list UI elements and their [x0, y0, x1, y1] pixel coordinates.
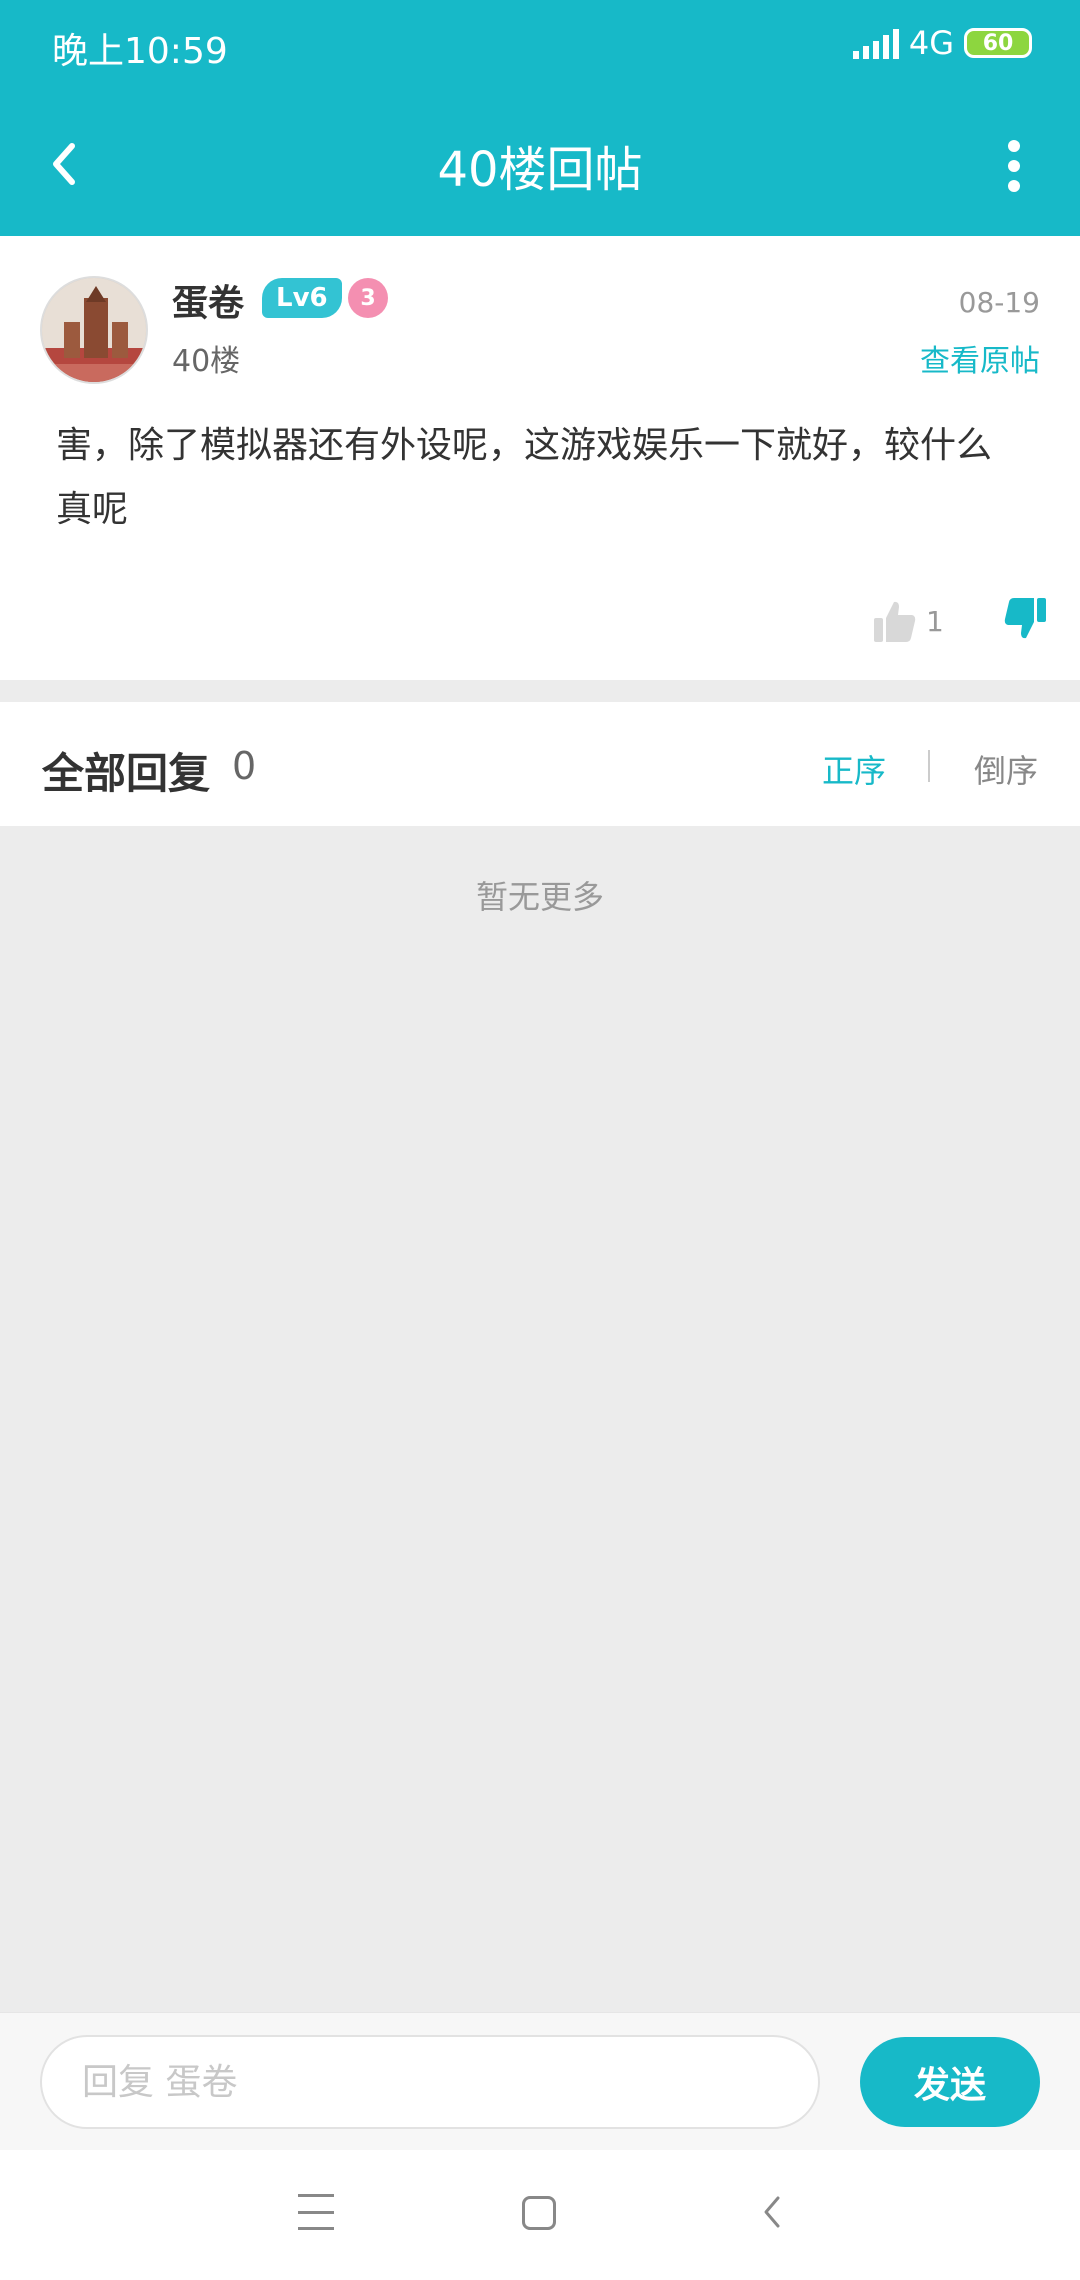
- dislike-button[interactable]: [1002, 596, 1048, 646]
- username[interactable]: 蛋卷: [172, 274, 244, 326]
- medal-icon: 3: [348, 278, 388, 318]
- status-icons: 4G 60: [852, 24, 1032, 62]
- replies-count: 0: [232, 744, 257, 788]
- avatar-image: [42, 278, 146, 382]
- like-count: 1: [926, 604, 944, 638]
- replies-header: 全部回复 0 正序 倒序: [0, 702, 1080, 826]
- status-time: 晚上10:59: [52, 31, 228, 72]
- floor-label: 40楼: [172, 344, 241, 379]
- post-content: 害，除了模拟器还有外设呢，这游戏娱乐一下就好，较什么真呢: [56, 425, 993, 530]
- system-nav-bar: [0, 2150, 1080, 2280]
- replies-title: 全部回复: [42, 749, 211, 798]
- avatar[interactable]: [40, 276, 148, 384]
- more-vertical-icon: [1008, 140, 1020, 152]
- title-bar: 40楼回帖: [0, 92, 1080, 236]
- thumbs-down-icon: [1004, 598, 1046, 639]
- level-badge: Lv6: [262, 278, 342, 318]
- like-button[interactable]: 1: [872, 598, 944, 644]
- sort-divider: [928, 750, 930, 782]
- reply-input[interactable]: [40, 2035, 820, 2129]
- battery-icon: 60: [964, 28, 1032, 58]
- page-title: 40楼回帖: [437, 142, 643, 198]
- network-type: 4G: [908, 24, 954, 62]
- signal-icon: [852, 27, 899, 59]
- view-original-link[interactable]: 查看原帖: [920, 336, 1040, 380]
- more-button[interactable]: [984, 130, 1044, 202]
- home-icon[interactable]: [522, 2196, 556, 2230]
- post-card: 蛋卷 Lv6 3 40楼 08-19 查看原帖 害，除了模拟器还有外设呢，这游戏…: [0, 236, 1080, 680]
- nav-back-icon[interactable]: [752, 2190, 792, 2234]
- empty-hint: 暂无更多: [475, 878, 604, 916]
- send-button[interactable]: 发送: [860, 2037, 1040, 2127]
- thumbs-up-icon: [874, 601, 916, 642]
- reply-bar: 发送: [0, 2012, 1080, 2150]
- battery-level: 60: [982, 30, 1014, 56]
- post-date: 08-19: [958, 286, 1040, 319]
- menu-icon[interactable]: [298, 2194, 334, 2230]
- status-bar: 晚上10:59 4G 60: [0, 0, 1080, 92]
- sort-ascending-tab[interactable]: 正序: [822, 746, 886, 792]
- sort-descending-tab[interactable]: 倒序: [974, 746, 1038, 792]
